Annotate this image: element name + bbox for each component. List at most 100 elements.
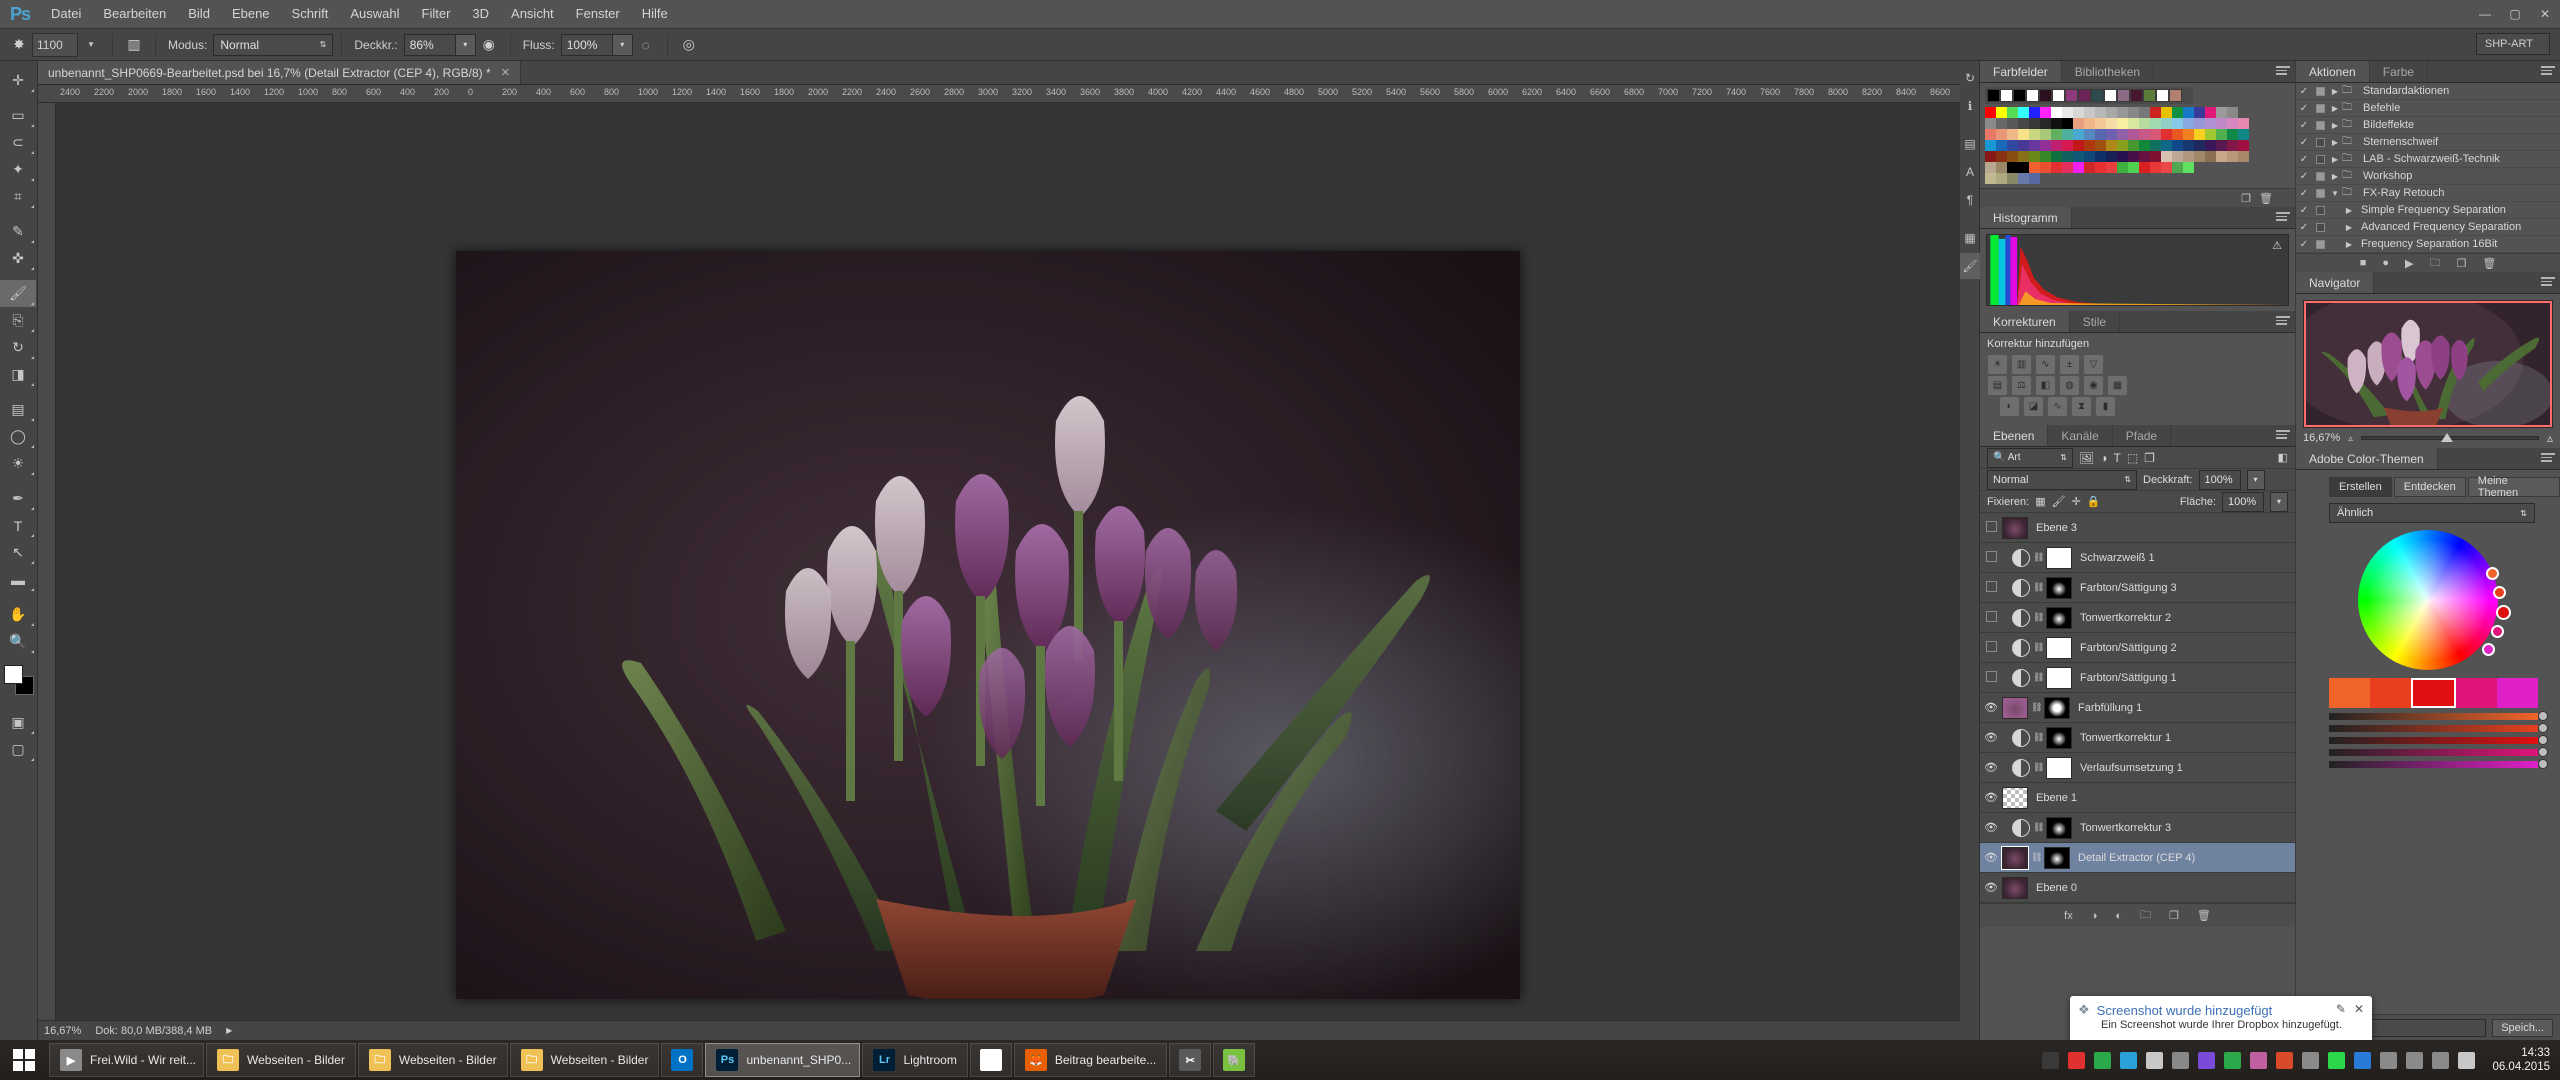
- layer-thumbnail[interactable]: [2001, 845, 2029, 870]
- layer-row[interactable]: 👁 ⛓ Verlaufsumsetzung 1: [1980, 753, 2295, 783]
- swatch[interactable]: [2084, 151, 2095, 162]
- swatch[interactable]: [2161, 151, 2172, 162]
- zoom-tool-icon[interactable]: 🔍: [0, 628, 36, 655]
- layer-mask-link-icon[interactable]: ⛓: [2031, 852, 2042, 863]
- layer-fill-value[interactable]: 100%: [2222, 491, 2264, 512]
- recent-swatch[interactable]: [2065, 89, 2078, 102]
- healing-brush-tool-icon[interactable]: ✜: [0, 245, 36, 272]
- recent-swatch[interactable]: [2000, 89, 2013, 102]
- swatch[interactable]: [2150, 129, 2161, 140]
- selective-color-icon[interactable]: ▮: [2096, 397, 2115, 416]
- menu-bearbeiten[interactable]: Bearbeiten: [92, 0, 177, 28]
- histogram-warning-icon[interactable]: ⚠: [2272, 239, 2282, 252]
- chevron-right-icon[interactable]: ▶: [2328, 172, 2342, 181]
- swatch[interactable]: [2161, 118, 2172, 129]
- layer-thumbnails[interactable]: ⛓: [2002, 546, 2072, 569]
- panel-menu-icon[interactable]: [2276, 66, 2290, 77]
- layer-opacity-dropdown-icon[interactable]: ▾: [2246, 469, 2265, 490]
- dropbox-notification-toast[interactable]: ❖ Screenshot wurde hinzugefügt Ein Scree…: [2070, 996, 2372, 1052]
- chevron-right-icon[interactable]: ▶: [2342, 206, 2356, 215]
- status-expand-icon[interactable]: ▶: [226, 1026, 232, 1035]
- media-icon[interactable]: [2042, 1051, 2060, 1069]
- opera-icon[interactable]: [2068, 1051, 2086, 1069]
- theme-swatch[interactable]: [2456, 678, 2497, 708]
- swatch[interactable]: [2040, 140, 2051, 151]
- shape-tool-icon[interactable]: ▬: [0, 566, 36, 593]
- sync-icon[interactable]: [2094, 1051, 2112, 1069]
- tab-korrekturen[interactable]: Korrekturen: [1980, 311, 2070, 332]
- swatch[interactable]: [2139, 118, 2150, 129]
- menu-schrift[interactable]: Schrift: [281, 0, 340, 28]
- swatch[interactable]: [1996, 118, 2007, 129]
- layer-thumbnails[interactable]: ⛓: [2002, 816, 2072, 839]
- record-action-icon[interactable]: ●: [2382, 257, 2389, 269]
- pressure-opacity-icon[interactable]: ◉: [476, 32, 502, 58]
- swatch[interactable]: [2172, 129, 2183, 140]
- swatch[interactable]: [2161, 107, 2172, 118]
- action-row[interactable]: ✓ ▶ Simple Frequency Separation: [2296, 202, 2560, 219]
- swatch[interactable]: [2029, 118, 2040, 129]
- tab-bibliotheken[interactable]: Bibliotheken: [2061, 61, 2155, 82]
- zoom-level[interactable]: 16,67%: [44, 1025, 81, 1037]
- swatch[interactable]: [2205, 129, 2216, 140]
- levels-icon[interactable]: ▥: [2012, 355, 2031, 374]
- layer-thumbnails[interactable]: [2002, 876, 2028, 899]
- clone-stamp-tool-icon[interactable]: ⎘: [0, 307, 36, 334]
- layer-row[interactable]: ⛓ Farbton/Sättigung 2: [1980, 633, 2295, 663]
- action-row[interactable]: ✓ ▶ 🗀 Sternenschweif: [2296, 134, 2560, 151]
- menu-datei[interactable]: Datei: [40, 0, 92, 28]
- new-adjustment-icon[interactable]: ◐: [2115, 910, 2122, 922]
- swatch[interactable]: [2029, 129, 2040, 140]
- recent-swatch[interactable]: [1987, 89, 2000, 102]
- layer-visible-eye-icon[interactable]: 👁: [1980, 701, 2002, 714]
- layer-mask-thumbnail[interactable]: [2044, 696, 2070, 719]
- layer-mask-thumbnail[interactable]: [2046, 546, 2072, 569]
- swatch[interactable]: [2117, 107, 2128, 118]
- layer-mask-thumbnail[interactable]: [2046, 606, 2072, 629]
- swatch[interactable]: [2227, 151, 2238, 162]
- swatch[interactable]: [2051, 118, 2062, 129]
- mouse-icon[interactable]: [2146, 1051, 2164, 1069]
- slider-handle[interactable]: [2441, 433, 2454, 442]
- adjustment-layer-icon[interactable]: [2012, 548, 2030, 567]
- swatch[interactable]: [2227, 107, 2238, 118]
- pen-tool-icon[interactable]: ✒: [0, 485, 36, 512]
- swatch[interactable]: [2029, 151, 2040, 162]
- toast-close-icon[interactable]: ✕: [2354, 1002, 2364, 1016]
- layer-list[interactable]: Ebene 3 ⛓ Schwarzweiß 1 ⛓ Farbton/Sättigung …: [1980, 513, 2295, 903]
- layer-row[interactable]: Ebene 3: [1980, 513, 2295, 543]
- layer-row[interactable]: 👁 Ebene 0: [1980, 873, 2295, 903]
- color-theme-tab-meine-themen[interactable]: Meine Themen: [2467, 475, 2560, 499]
- swatch[interactable]: [2216, 107, 2227, 118]
- swatch[interactable]: [2018, 162, 2029, 173]
- layer-visible-eye-icon[interactable]: 👁: [1980, 731, 2002, 744]
- tab-farbfelder[interactable]: Farbfelder: [1980, 61, 2062, 82]
- swatch[interactable]: [2205, 107, 2216, 118]
- action-dialog-toggle-icon[interactable]: [2312, 103, 2328, 113]
- threshold-icon[interactable]: ∿: [2048, 397, 2067, 416]
- layer-hidden-checkbox-icon[interactable]: [1980, 640, 2002, 655]
- layer-opacity-value[interactable]: 100%: [2198, 469, 2241, 490]
- action-dialog-toggle-icon[interactable]: [2312, 137, 2328, 147]
- chevron-right-icon[interactable]: ▶: [2328, 138, 2342, 147]
- swatch[interactable]: [2073, 140, 2084, 151]
- brush-size-value[interactable]: 1100: [32, 32, 78, 57]
- workspace-preset[interactable]: SHP-ART: [2475, 33, 2550, 55]
- curves-icon[interactable]: ∿: [2036, 355, 2055, 374]
- canvas-viewport[interactable]: [56, 103, 1960, 1040]
- swatch[interactable]: [2172, 162, 2183, 173]
- recent-swatch[interactable]: [2156, 89, 2169, 102]
- theme-swatch[interactable]: [2329, 678, 2370, 708]
- swatch[interactable]: [2007, 118, 2018, 129]
- zoom-in-icon[interactable]: ▵: [2547, 431, 2553, 445]
- theme-swatch[interactable]: [2370, 678, 2411, 708]
- character-dock-icon[interactable]: A: [1960, 159, 1980, 185]
- menu-filter[interactable]: Filter: [411, 0, 462, 28]
- layer-mask-link-icon[interactable]: ⛓: [2033, 642, 2044, 653]
- swatch[interactable]: [2062, 118, 2073, 129]
- layer-row[interactable]: 👁 ⛓ Farbfüllung 1: [1980, 693, 2295, 723]
- menu-3d[interactable]: 3D: [461, 0, 500, 28]
- swatch[interactable]: [2183, 140, 2194, 151]
- swatch[interactable]: [2095, 151, 2106, 162]
- taskbar-item[interactable]: ▶ Frei.Wild - Wir reit...: [49, 1043, 204, 1077]
